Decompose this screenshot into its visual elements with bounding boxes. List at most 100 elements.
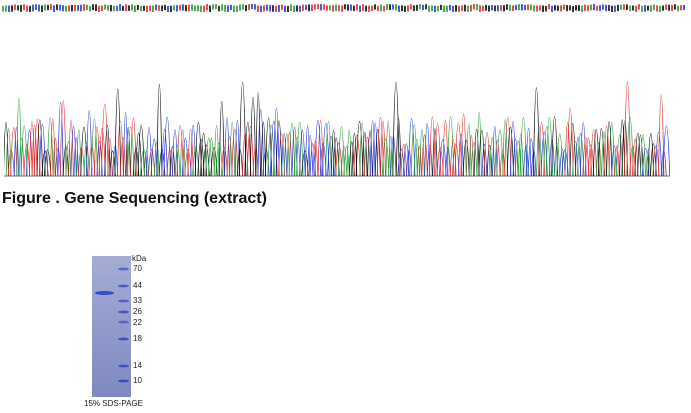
sequence-glyph [614,5,616,12]
sequence-glyph [629,5,631,12]
sequence-glyph [209,5,211,12]
sequence-glyph [386,4,388,10]
sequence-glyph [5,5,7,12]
ladder-band [118,320,129,324]
sequence-glyph [107,5,109,11]
sequence-glyph [245,5,247,12]
sequence-glyph [380,4,382,12]
marker-label-10: 10 [133,376,142,385]
sequence-glyph [332,5,334,12]
sequence-glyph [254,4,256,10]
sequence-glyph [119,4,121,11]
sequence-glyph [65,5,67,12]
sequence-glyph [341,5,343,12]
sequence-glyph [449,4,451,11]
marker-label-26: 26 [133,307,142,316]
ladder-band [118,364,129,368]
sequence-glyph [215,4,217,10]
sequence-glyph [641,5,643,12]
sequence-glyph [206,4,208,11]
sequence-glyph [194,5,196,12]
marker-label-14: 14 [133,361,142,370]
sequence-glyph [314,4,316,10]
sequence-glyph [611,5,613,12]
sequence-glyph [542,5,544,12]
sequence-glyph [14,4,16,11]
sequence-glyph [533,5,535,12]
sequence-glyph [137,4,139,11]
sequence-glyph [155,4,157,11]
gel-lane-background [92,256,131,397]
sequence-glyph [479,5,481,12]
sequence-glyph [50,4,52,10]
sequence-glyph [539,5,541,11]
sequence-glyph [515,4,517,11]
sequence-glyph [476,4,478,11]
sequence-glyph [125,4,127,12]
sequence-glyph [71,5,73,12]
sequence-glyph [26,5,28,12]
sequence-glyph [374,4,376,10]
chromatogram-peak [172,129,178,177]
sample-band [95,291,114,295]
sequence-glyph [293,5,295,12]
sequence-glyph [281,4,283,10]
sequence-glyph [572,5,574,12]
chromatogram-peak [392,81,400,177]
sequence-glyph [338,5,340,12]
sequence-glyph [392,4,394,10]
sequence-glyph [485,4,487,11]
sequence-glyph [509,4,511,11]
sequence-glyph [335,4,337,12]
sequence-glyph [92,4,94,11]
sequence-glyph [200,5,202,12]
sequence-glyph [650,5,652,12]
sequence-glyph [500,5,502,11]
sequence-glyph [554,5,556,11]
sequence-glyph [59,4,61,11]
sequence-glyph [545,5,547,12]
sequence-glyph [596,5,598,11]
sequence-glyph [287,5,289,12]
sequence-glyph [482,5,484,12]
sequence-glyph [605,4,607,12]
sequence-glyph [668,4,670,11]
sequence-glyph [506,4,508,10]
sequence-glyph [422,4,424,11]
sequence-glyph [446,5,448,12]
sequence-glyph [461,5,463,11]
sequence-glyph [620,4,622,10]
sequence-glyph [191,4,193,11]
sequence-glyph [251,4,253,10]
sequence-glyph [95,4,97,12]
sequence-glyph [170,5,172,12]
sequence-glyph [158,5,160,11]
sequence-glyph [188,4,190,12]
sequence-glyph [89,5,91,12]
sequence-glyph [257,5,259,12]
sequence-glyph [122,5,124,11]
sequence-glyph [239,4,241,11]
sequence-glyph [20,4,22,12]
sequence-glyph [284,5,286,12]
sequence-glyph [578,5,580,12]
sequence-glyph [23,4,25,11]
sequence-glyph [440,4,442,10]
figure-caption: Figure . Gene Sequencing (extract) [2,190,267,207]
sequence-glyph [521,4,523,11]
sequence-glyph [404,5,406,12]
marker-label-70: 70 [133,264,142,273]
sequence-glyph [167,5,169,12]
sequence-glyph [437,5,439,12]
sequence-glyph [602,4,604,10]
marker-label-33: 33 [133,296,142,305]
sequence-glyph [263,5,265,12]
sequence-glyph [467,5,469,12]
sequence-glyph [548,4,550,10]
sequence-glyph [617,4,619,12]
sequence-glyph [512,5,514,12]
chromatogram-peak [533,87,540,177]
sequence-glyph [659,5,661,12]
sequence-glyph [182,4,184,11]
sequence-glyph [626,4,628,10]
